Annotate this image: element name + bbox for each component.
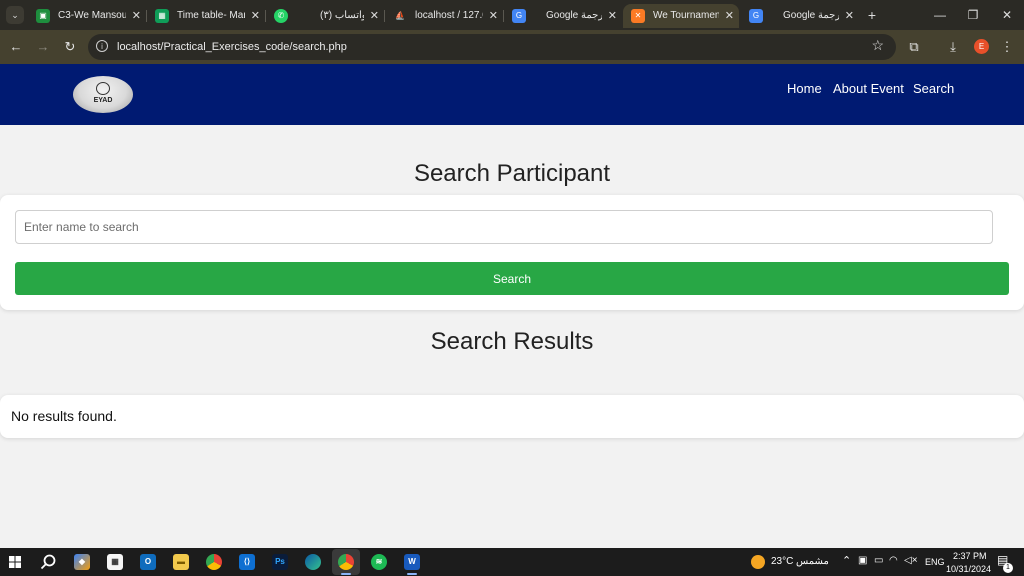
tab-title: localhost / 127.0.0	[415, 10, 483, 21]
tab-timetable[interactable]: ▦ Time table- Mansou ✕	[147, 4, 265, 28]
google-translate-icon: G	[512, 9, 526, 23]
tab-close-icon[interactable]: ✕	[251, 4, 260, 28]
tab-title: Google ترجمة	[546, 10, 602, 21]
tab-title: Google ترجمة	[783, 10, 839, 21]
xampp-icon: ✕	[631, 9, 645, 23]
vscode-icon[interactable]: ⟨⟩	[239, 554, 255, 570]
notification-count-badge: 1	[1003, 563, 1013, 573]
profile-avatar[interactable]: E	[974, 39, 989, 54]
tab-google-translate[interactable]: G Google ترجمة ✕	[504, 4, 622, 28]
tab-close-icon[interactable]: ✕	[845, 4, 854, 28]
language-indicator[interactable]: ENG	[925, 556, 945, 568]
tab-whatsapp[interactable]: ✆ (٣) واتساب ✕	[266, 4, 384, 28]
results-heading: Search Results	[430, 328, 594, 355]
site-logo[interactable]: EYAD	[73, 76, 133, 113]
tab-close-icon[interactable]: ✕	[132, 4, 141, 28]
back-arrow-icon[interactable]: ←	[7, 38, 25, 56]
no-results-message: No results found.	[11, 408, 117, 424]
address-url[interactable]: localhost/Practical_Exercises_code/searc…	[117, 34, 347, 60]
tray-app-icon[interactable]: ▣	[858, 555, 867, 567]
site-info-icon[interactable]: i	[96, 40, 108, 52]
tab-close-icon[interactable]: ✕	[725, 4, 734, 28]
edge-icon[interactable]	[305, 554, 321, 570]
active-indicator	[341, 573, 351, 575]
google-classroom-icon: ▣	[36, 9, 50, 23]
nav-home[interactable]: Home	[787, 81, 822, 97]
tab-phpmyadmin[interactable]: ⛵ localhost / 127.0.0 ✕	[385, 4, 503, 28]
wifi-icon[interactable]: ◠	[889, 555, 898, 567]
google-translate-icon: G	[749, 9, 763, 23]
phpmyadmin-icon: ⛵	[395, 11, 405, 20]
results-card: No results found.	[0, 395, 1024, 438]
tab-we-tournaments[interactable]: ✕ We Tournaments ✕	[623, 4, 739, 28]
restore-icon[interactable]: ❐	[958, 4, 988, 26]
tab-google-translate-2[interactable]: G Google ترجمة ✕	[741, 4, 859, 28]
spotify-icon[interactable]: ≋	[371, 554, 387, 570]
nav-about-event[interactable]: About Event	[833, 81, 904, 97]
taskbar-search-icon[interactable]	[40, 554, 56, 570]
tab-title: Time table- Mansou	[177, 10, 245, 21]
sunny-weather-icon[interactable]	[751, 555, 765, 569]
search-button[interactable]: Search	[15, 262, 1009, 295]
tab-close-icon[interactable]: ✕	[608, 4, 617, 28]
weather-temperature[interactable]: 23°C	[771, 556, 793, 568]
forward-arrow-icon[interactable]: →	[34, 38, 52, 56]
logo-emblem-icon	[96, 82, 110, 95]
copilot-icon[interactable]: ◆	[74, 554, 90, 570]
clock-time[interactable]: 2:37 PM	[953, 550, 987, 562]
close-window-icon[interactable]: ✕	[992, 4, 1022, 26]
browser-toolbar: ← → ↻ i localhost/Practical_Exercises_co…	[0, 30, 1024, 64]
volume-muted-icon[interactable]: ◁×	[904, 555, 918, 567]
active-indicator	[407, 573, 417, 575]
reload-icon[interactable]: ↻	[61, 38, 79, 56]
new-tab-plus-icon[interactable]: +	[864, 6, 880, 24]
file-explorer-icon[interactable]: ▬	[173, 554, 189, 570]
search-input[interactable]	[15, 210, 993, 244]
search-heading: Search Participant	[413, 160, 611, 187]
tab-search-chevron-icon[interactable]: ⌄	[6, 6, 24, 24]
windows-start-icon[interactable]	[9, 556, 21, 568]
clock-date[interactable]: 10/31/2024	[946, 563, 991, 575]
weather-label[interactable]: مشمس	[796, 556, 829, 568]
address-bar[interactable]: i localhost/Practical_Exercises_code/sea…	[88, 34, 896, 60]
browser-tab-strip: ⌄ ▣ C3-We Mansoura ✕ ▦ Time table- Manso…	[0, 0, 1024, 30]
site-header: EYAD Home About Event Search	[0, 64, 1024, 125]
word-icon[interactable]: W	[404, 554, 420, 570]
tab-close-icon[interactable]: ✕	[370, 4, 379, 28]
browser-menu-kebab-icon[interactable]: ⋮	[998, 38, 1016, 56]
whatsapp-icon: ✆	[274, 9, 288, 23]
search-form-card: Search	[0, 195, 1024, 310]
tab-close-icon[interactable]: ✕	[489, 4, 498, 28]
tray-chevron-up-icon[interactable]: ⌃	[842, 555, 851, 567]
photoshop-icon[interactable]: Ps	[272, 554, 288, 570]
minimize-icon[interactable]: —	[925, 4, 955, 26]
nav-search[interactable]: Search	[913, 81, 954, 97]
tab-title: (٣) واتساب	[320, 10, 364, 21]
logo-text: EYAD	[93, 97, 113, 104]
extensions-puzzle-icon[interactable]: ⧉	[905, 38, 923, 56]
chrome-active-icon[interactable]	[338, 554, 354, 570]
tab-classroom[interactable]: ▣ C3-We Mansoura ✕	[28, 4, 146, 28]
outlook-icon[interactable]: O	[140, 554, 156, 570]
bookmark-star-icon[interactable]: ☆	[871, 37, 884, 54]
chrome-icon[interactable]	[206, 554, 222, 570]
downloads-icon[interactable]: ⤓	[944, 38, 962, 56]
tab-title: C3-We Mansoura	[58, 10, 126, 21]
google-sheets-icon: ▦	[155, 9, 169, 23]
tab-title: We Tournaments	[653, 10, 719, 21]
battery-icon[interactable]: ▭	[874, 555, 883, 567]
windows-taskbar: ◆ ▦ O ▬ ⟨⟩ Ps ≋ W 23°C مشمس ⌃ ▣ ▭ ◠ ◁× E…	[0, 548, 1024, 576]
microsoft-store-icon[interactable]: ▦	[107, 554, 123, 570]
